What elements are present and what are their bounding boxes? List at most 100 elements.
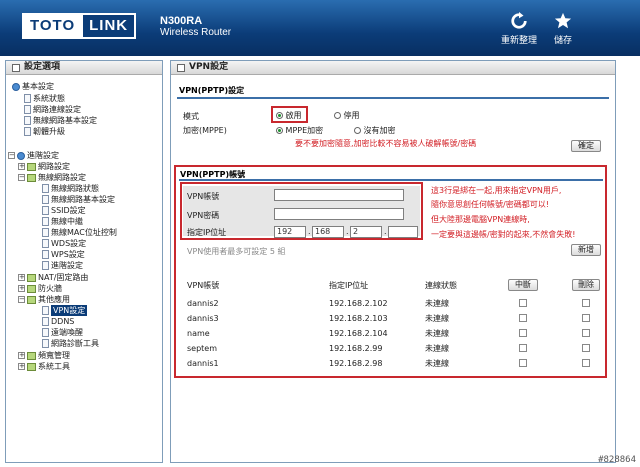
watermark: #828864 (598, 455, 636, 465)
encrypt-label: 加密(MPPE) (183, 126, 227, 135)
disconnect-checkbox[interactable] (519, 314, 527, 322)
menu-mac-control[interactable]: 無線MAC位址控制 (42, 227, 117, 238)
page-icon (24, 94, 31, 103)
menu-network[interactable]: + 網路設定 (18, 161, 70, 172)
delete-button[interactable]: 刪除 (572, 279, 600, 291)
page-icon (24, 116, 31, 125)
menu-vpn[interactable]: VPN設定 (42, 305, 88, 316)
radio-on-icon (276, 127, 283, 134)
folder-icon (27, 162, 36, 171)
menu-ddns[interactable]: DDNS (42, 316, 74, 327)
table-row: name 192.168.2.104 未連線 (181, 327, 601, 340)
page-icon (42, 306, 49, 315)
ip-dot: . (384, 227, 387, 236)
account-input[interactable] (274, 189, 404, 201)
delete-checkbox[interactable] (582, 344, 590, 352)
menu-wireless[interactable]: − 無線網路設定 (18, 172, 86, 183)
menu-firmware[interactable]: 韌體升級 (24, 126, 65, 137)
confirm-button[interactable]: 確定 (571, 140, 601, 152)
delete-checkbox[interactable] (582, 329, 590, 337)
menu-nat[interactable]: + NAT/固定路由 (18, 272, 88, 283)
mppe-radio[interactable]: MPPE加密 (276, 125, 323, 136)
menu-wan-setup[interactable]: 網路連線設定 (24, 104, 81, 115)
panel-icon (177, 63, 185, 72)
side-note-2: 隨你意思創任何帳號/密碼都可以! (431, 200, 549, 209)
menu-diagnostics[interactable]: 網路診斷工具 (42, 338, 99, 349)
row-ip: 192.168.2.103 (329, 314, 388, 323)
collapse-icon[interactable]: − (8, 152, 15, 159)
delete-checkbox[interactable] (582, 299, 590, 307)
encrypt-note: 要不要加密隨意,加密比較不容易被人破解帳號/密碼 (295, 139, 477, 148)
side-note-3: 但大陸那邊電腦VPN連線時, (431, 215, 530, 224)
col-account: VPN帳號 (187, 281, 220, 290)
menu-ssid[interactable]: SSID設定 (42, 205, 86, 216)
row-status: 未連線 (425, 314, 449, 323)
disconnect-checkbox[interactable] (519, 344, 527, 352)
col-ip: 指定IP位址 (329, 281, 369, 290)
menu-system-status[interactable]: 系統狀態 (24, 93, 65, 104)
expand-icon[interactable]: + (18, 285, 25, 292)
delete-checkbox[interactable] (582, 359, 590, 367)
menu-wol[interactable]: 遠端喚醒 (42, 327, 83, 338)
row-ip: 192.168.2.102 (329, 299, 388, 308)
no-encrypt-radio[interactable]: 沒有加密 (354, 125, 396, 136)
ip-octet-1[interactable]: 192 (274, 226, 306, 238)
expand-icon[interactable]: + (18, 163, 25, 170)
add-button[interactable]: 新增 (571, 244, 601, 256)
model-name: N300RA (160, 15, 203, 27)
logo-left: TOTO (22, 13, 84, 39)
table-row: dannis2 192.168.2.102 未連線 (181, 297, 601, 310)
page-icon (24, 105, 31, 114)
folder-icon (27, 351, 36, 360)
ip-octet-4[interactable] (388, 226, 418, 238)
expand-icon[interactable]: + (18, 352, 25, 359)
menu-firewall[interactable]: + 防火牆 (18, 283, 62, 294)
save-button[interactable]: 儲存 (538, 12, 588, 46)
section-divider (177, 97, 609, 99)
main-panel: VPN設定 VPN(PPTP)設定 模式 啟用 停用 加密(MPPE) MPPE… (170, 60, 616, 463)
row-status: 未連線 (425, 344, 449, 353)
model-info: N300RA Wireless Router (160, 15, 231, 39)
menu-tools[interactable]: + 系統工具 (18, 361, 70, 372)
disconnect-checkbox[interactable] (519, 329, 527, 337)
menu-wireless-status[interactable]: 無線網路狀態 (42, 183, 99, 194)
row-ip: 192.168.2.98 (329, 359, 383, 368)
reload-button[interactable]: 重新整理 (494, 12, 544, 46)
disconnect-checkbox[interactable] (519, 299, 527, 307)
delete-checkbox[interactable] (582, 314, 590, 322)
logo-right: LINK (83, 13, 137, 39)
col-status: 連線狀態 (425, 281, 457, 290)
row-account: dannis3 (187, 314, 219, 323)
menu-wds[interactable]: WDS設定 (42, 238, 86, 249)
row-account: septem (187, 344, 218, 353)
sidebar-title: 設定選項 (6, 61, 162, 75)
radio-on-icon (276, 112, 283, 119)
expand-icon[interactable]: + (18, 274, 25, 281)
sidebar-title-text: 設定選項 (24, 62, 61, 72)
menu-wireless-advanced[interactable]: 進階設定 (42, 260, 83, 271)
menu-repeater[interactable]: 無線中繼 (42, 216, 83, 227)
menu-bandwidth[interactable]: + 頻寬管理 (18, 350, 70, 361)
collapse-icon[interactable]: − (18, 174, 25, 181)
menu-basic[interactable]: 基本設定 (12, 81, 54, 92)
ip-octet-3[interactable]: 2 (350, 226, 382, 238)
collapse-icon[interactable]: − (18, 296, 25, 303)
menu-other[interactable]: − 其他應用 (18, 294, 70, 305)
section-divider (179, 179, 603, 181)
menu-wireless-basic[interactable]: 無線網路基本設定 (24, 115, 97, 126)
folder-icon (27, 173, 36, 182)
ip-octet-2[interactable]: 168 (312, 226, 344, 238)
password-label: VPN密碼 (187, 211, 220, 220)
page-icon (42, 184, 49, 193)
disable-radio[interactable]: 停用 (334, 110, 360, 121)
password-input[interactable] (274, 208, 404, 220)
ip-label: 指定IP位址 (187, 228, 227, 237)
disconnect-checkbox[interactable] (519, 359, 527, 367)
expand-icon[interactable]: + (18, 363, 25, 370)
menu-advanced[interactable]: − 進階設定 (8, 150, 59, 161)
panel-icon (12, 63, 20, 72)
menu-wps[interactable]: WPS設定 (42, 249, 85, 260)
menu-wireless-basic-adv[interactable]: 無線網路基本設定 (42, 194, 115, 205)
disconnect-button[interactable]: 中斷 (508, 279, 538, 291)
enable-radio[interactable]: 啟用 (276, 110, 302, 121)
